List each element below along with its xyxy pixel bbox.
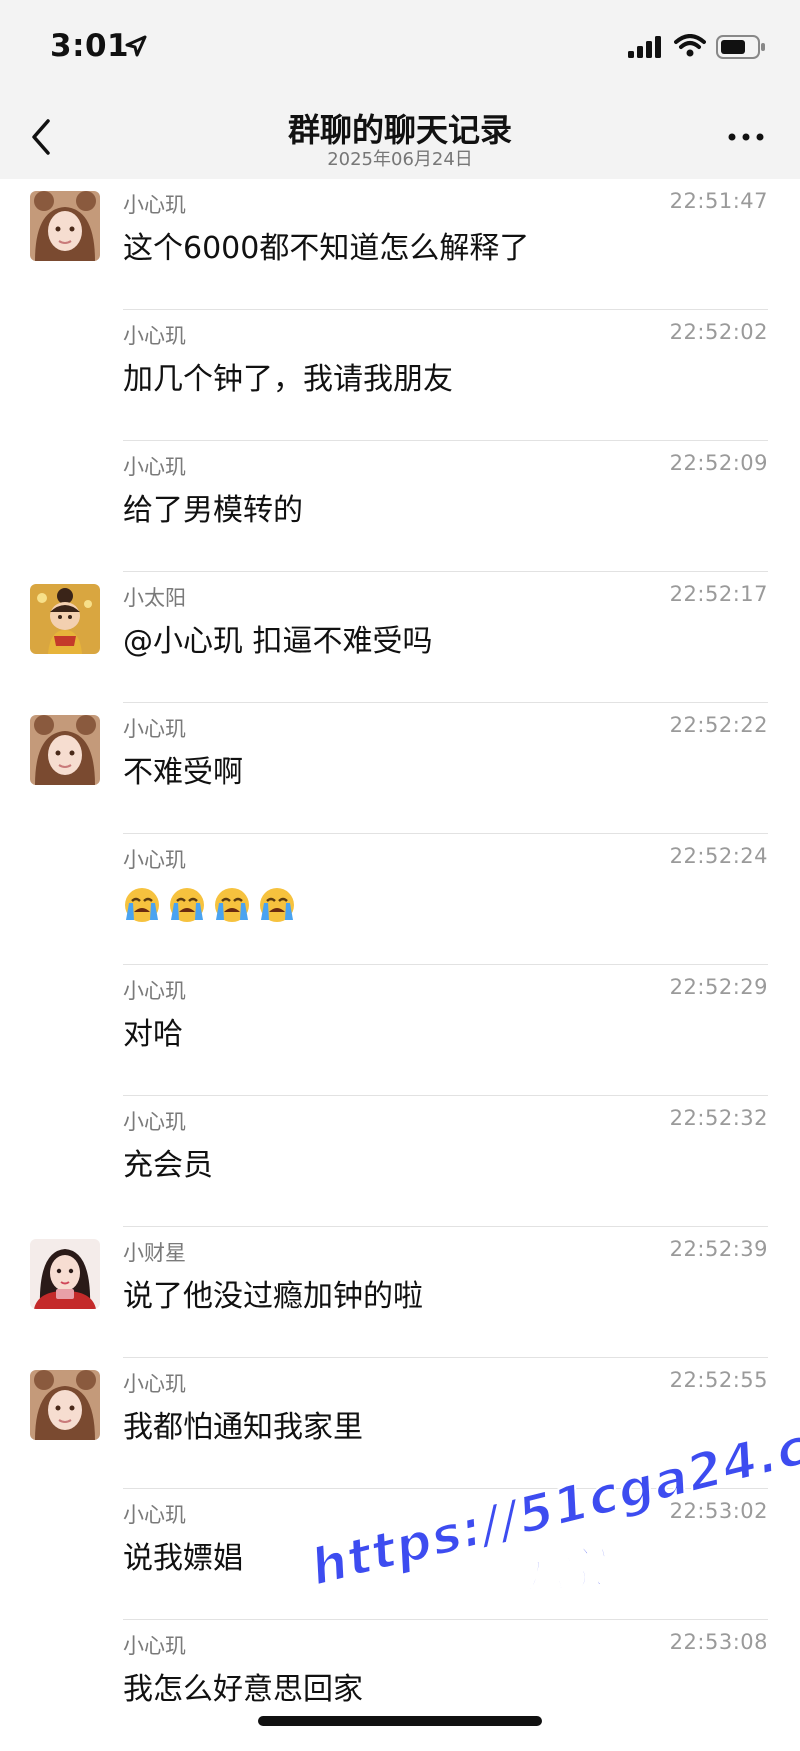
sender-name: 小心玑 — [123, 848, 186, 872]
message-text: 我都怕通知我家里 — [123, 1410, 363, 1445]
message-text: 给了男模转的 — [123, 493, 303, 528]
loudly-crying-face-icon — [260, 888, 295, 922]
message-time: 22:52:22 — [669, 713, 768, 737]
avatar-child-yellow[interactable] — [30, 584, 100, 654]
avatar-girl-bear-ears[interactable] — [30, 191, 100, 261]
sender-name: 小心玑 — [123, 979, 186, 1003]
loudly-crying-face-icon — [215, 888, 250, 922]
message-time: 22:52:24 — [669, 844, 768, 868]
message-time: 22:51:47 — [669, 189, 768, 213]
sender-name: 小心玑 — [123, 324, 186, 348]
more-options-icon[interactable] — [726, 131, 766, 143]
sender-name: 小心玑 — [123, 1634, 186, 1658]
message-text: 对哈 — [123, 1017, 183, 1052]
message-item[interactable]: 小心玑 22:53:08 我怎么好意思回家 — [0, 1620, 800, 1751]
message-text: 不难受啊 — [123, 755, 243, 790]
message-time: 22:52:17 — [669, 582, 768, 606]
message-item[interactable]: 小心玑 22:52:22 不难受啊 — [0, 703, 800, 834]
wifi-icon — [674, 34, 706, 57]
message-time: 22:52:02 — [669, 320, 768, 344]
message-item[interactable]: 小太阳 22:52:17 @小心玑 扣逼不难受吗 — [0, 572, 800, 703]
emoji-row — [123, 886, 298, 926]
message-time: 22:52:32 — [669, 1106, 768, 1130]
message-item[interactable]: 小心玑 22:51:47 这个6000都不知道怎么解释了 — [0, 179, 800, 310]
message-text: 这个6000都不知道怎么解释了 — [123, 231, 530, 266]
message-time: 22:52:29 — [669, 975, 768, 999]
sender-name: 小心玑 — [123, 193, 186, 217]
sender-name: 小心玑 — [123, 455, 186, 479]
avatar-girl-red[interactable] — [30, 1239, 100, 1309]
sender-name: 小心玑 — [123, 1110, 186, 1134]
page-subtitle-date: 2025年06月24日 — [327, 149, 473, 170]
message-text: 说我嫖娼 — [123, 1541, 243, 1576]
message-item[interactable]: 小心玑 22:52:55 我都怕通知我家里 — [0, 1358, 800, 1489]
home-indicator[interactable] — [258, 1716, 542, 1726]
status-bar: 3:01 — [0, 0, 800, 95]
message-text: 加几个钟了，我请我朋友 — [123, 362, 453, 397]
message-item[interactable]: 小心玑 22:52:29 对哈 — [0, 965, 800, 1096]
status-time: 3:01 — [50, 28, 130, 64]
message-time: 22:53:02 — [669, 1499, 768, 1523]
message-item[interactable]: 小心玑 22:52:24 — [0, 834, 800, 965]
avatar-girl-bear-ears[interactable] — [30, 1370, 100, 1440]
sender-name: 小心玑 — [123, 1372, 186, 1396]
message-text: 说了他没过瘾加钟的啦 — [123, 1279, 423, 1314]
message-text: @小心玑 扣逼不难受吗 — [123, 624, 433, 659]
message-item[interactable]: 小心玑 22:53:02 说我嫖娼 — [0, 1489, 800, 1620]
battery-icon — [716, 35, 765, 59]
loudly-crying-face-icon — [170, 888, 205, 922]
message-time: 22:52:55 — [669, 1368, 768, 1392]
message-item[interactable]: 小心玑 22:52:09 给了男模转的 — [0, 441, 800, 572]
sender-name: 小太阳 — [123, 586, 186, 610]
navigation-bar: 群聊的聊天记录 2025年06月24日 — [0, 95, 800, 179]
sender-name: 小财星 — [123, 1241, 186, 1265]
message-item[interactable]: 小心玑 22:52:32 充会员 — [0, 1096, 800, 1227]
message-item[interactable]: 小心玑 22:52:02 加几个钟了，我请我朋友 — [0, 310, 800, 441]
avatar-girl-bear-ears[interactable] — [30, 715, 100, 785]
message-text: 我怎么好意思回家 — [123, 1672, 363, 1707]
message-time: 22:52:09 — [669, 451, 768, 475]
message-item[interactable]: 小财星 22:52:39 说了他没过瘾加钟的啦 — [0, 1227, 800, 1358]
sender-name: 小心玑 — [123, 1503, 186, 1527]
message-time: 22:53:08 — [669, 1630, 768, 1654]
location-arrow-icon — [125, 35, 147, 57]
sender-name: 小心玑 — [123, 717, 186, 741]
message-text: 充会员 — [123, 1148, 213, 1183]
message-time: 22:52:39 — [669, 1237, 768, 1261]
loudly-crying-face-icon — [125, 888, 159, 922]
cellular-signal-icon — [628, 36, 661, 58]
